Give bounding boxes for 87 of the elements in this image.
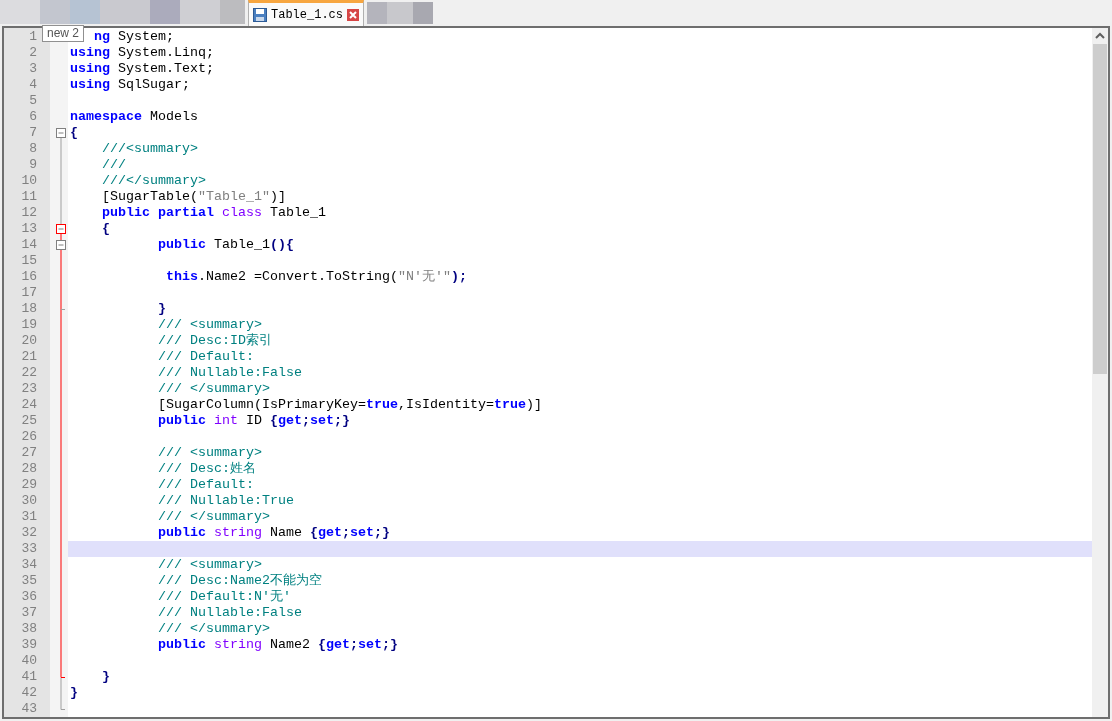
line-number: 14 <box>21 237 37 252</box>
code-line: [SugarColumn(IsPrimaryKey=true,IsIdentity=true)] <box>156 397 542 413</box>
line-number: 40 <box>21 653 37 668</box>
close-icon[interactable] <box>347 8 359 21</box>
line-number: 36 <box>21 589 37 604</box>
code-line: /// <summary> <box>156 557 262 573</box>
collapse-toggle[interactable] <box>56 128 66 138</box>
code-line: /// Desc:Name2不能为空 <box>156 573 322 589</box>
code-line: { <box>101 221 110 237</box>
line-number: 3 <box>29 61 37 76</box>
line-number: 16 <box>21 269 37 284</box>
code-line: } <box>101 669 110 685</box>
line-number: 39 <box>21 637 37 652</box>
line-number: 7 <box>29 125 37 140</box>
line-number: 25 <box>21 413 37 428</box>
code-line: /// Default: <box>156 477 254 493</box>
code-line: this.Name2 =Convert.ToString("N'无'"); <box>164 269 467 285</box>
code-line: /// <summary> <box>156 317 262 333</box>
code-line: /// Default:N'无' <box>156 589 291 605</box>
line-number: 37 <box>21 605 37 620</box>
vertical-scrollbar[interactable] <box>1092 28 1108 717</box>
line-number: 10 <box>21 173 37 188</box>
code-line: public string Name2 {get;set;} <box>156 637 398 653</box>
line-number: 1 <box>29 29 37 44</box>
line-number: 21 <box>21 349 37 364</box>
file-tab[interactable]: Table_1.cs <box>248 0 364 26</box>
line-number: 27 <box>21 445 37 460</box>
line-number: 8 <box>29 141 37 156</box>
line-number: 24 <box>21 397 37 412</box>
line-number: 17 <box>21 285 37 300</box>
code-line: ///</summary> <box>101 173 206 189</box>
line-number: 2 <box>29 45 37 60</box>
line-number: 34 <box>21 557 37 572</box>
collapse-toggle[interactable] <box>56 224 66 234</box>
line-number: 12 <box>21 205 37 220</box>
code-line: } <box>70 685 78 701</box>
line-number: 11 <box>21 189 37 204</box>
code-line: { <box>70 125 78 141</box>
collapse-toggle[interactable] <box>56 240 66 250</box>
code-line: /// </summary> <box>156 381 270 397</box>
code-line: /// Nullable:False <box>156 605 302 621</box>
line-number: 41 <box>21 669 37 684</box>
line-number: 23 <box>21 381 37 396</box>
code-line: /// Nullable:False <box>156 365 302 381</box>
line-number: 42 <box>21 685 37 700</box>
code-line: using System.Linq; <box>70 45 214 61</box>
line-number: 31 <box>21 509 37 524</box>
line-number: 4 <box>29 77 37 92</box>
code-line: /// Default: <box>156 349 254 365</box>
code-line: public partial class Table_1 <box>101 205 326 221</box>
line-number: 38 <box>21 621 37 636</box>
line-number: 29 <box>21 477 37 492</box>
code-line: ///<summary> <box>101 141 198 157</box>
code-line: ng System; <box>94 29 174 45</box>
code-line: namespace Models <box>70 109 198 125</box>
code-line: /// </summary> <box>156 621 270 637</box>
code-line: } <box>156 301 166 317</box>
line-number: 33 <box>21 541 37 556</box>
line-number: 18 <box>21 301 37 316</box>
code-line: /// <box>101 157 126 173</box>
line-number: 13 <box>21 221 37 236</box>
scrollbar-thumb[interactable] <box>1093 44 1107 374</box>
code-line: /// </summary> <box>156 509 270 525</box>
line-number: 30 <box>21 493 37 508</box>
line-number: 5 <box>29 93 37 108</box>
line-number: 15 <box>21 253 37 268</box>
code-line: using SqlSugar; <box>70 77 190 93</box>
line-number: 22 <box>21 365 37 380</box>
line-number: 43 <box>21 701 37 716</box>
line-number: 19 <box>21 317 37 332</box>
line-number: 28 <box>21 461 37 476</box>
code-line: public string Name {get;set;} <box>156 525 390 541</box>
code-line: public Table_1(){ <box>156 237 294 253</box>
line-number: 35 <box>21 573 37 588</box>
code-line: /// Desc:姓名 <box>156 461 256 477</box>
code-line: [SugarTable("Table_1")] <box>101 189 286 205</box>
line-number: 9 <box>29 157 37 172</box>
code-line: /// Desc:ID索引 <box>156 333 272 349</box>
code-line: public int ID {get;set;} <box>156 413 350 429</box>
line-number: 6 <box>29 109 37 124</box>
tooltip: new 2 <box>42 25 85 42</box>
line-number: 26 <box>21 429 37 444</box>
line-number: 32 <box>21 525 37 540</box>
code-line: using System.Text; <box>70 61 214 77</box>
code-line: /// <summary> <box>156 445 262 461</box>
line-number: 20 <box>21 333 37 348</box>
code-line: /// Nullable:True <box>156 493 294 509</box>
